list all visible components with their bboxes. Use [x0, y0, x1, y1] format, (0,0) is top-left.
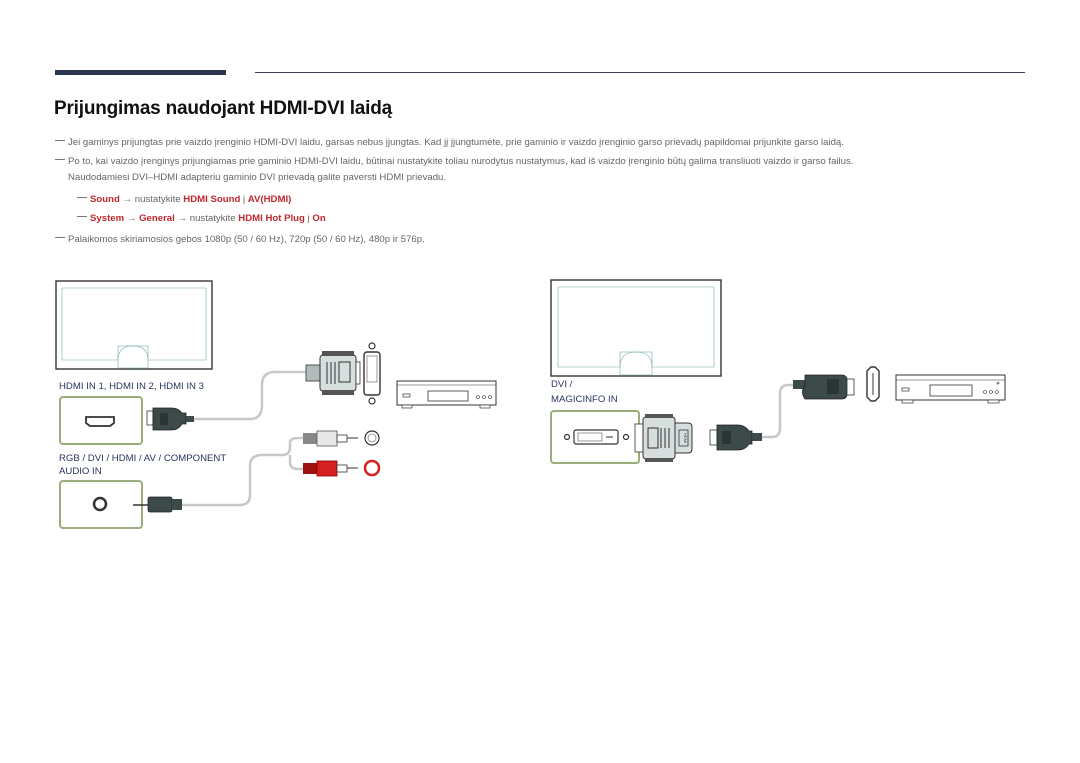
rca-plug-red [303, 459, 381, 477]
hdmi-plug-left [146, 407, 194, 431]
product-back-left [55, 280, 213, 370]
source-device-left [396, 380, 497, 409]
adapter-hdmi-text: HDMI [683, 433, 688, 443]
product-back-right [550, 279, 722, 377]
hdmi-port-source [866, 366, 880, 402]
audio-cable [182, 436, 305, 507]
dvi-magicinfo-port [550, 410, 640, 464]
hdmi-dvi-cable [194, 370, 310, 421]
dvi-port-source [363, 342, 381, 405]
audio-in-port [59, 480, 143, 529]
dvi-plug-left [305, 351, 361, 395]
dvi-hdmi-adapter: HDMI [634, 414, 693, 462]
connection-diagram: HDMI [55, 279, 1006, 529]
hdmi-plug-right-upper [793, 374, 855, 400]
rca-plug-white [303, 430, 380, 447]
hdmi-port [59, 396, 143, 445]
hdmi-cable-right [762, 383, 795, 439]
hdmi-plug-right-lower [709, 424, 762, 451]
source-device-right [895, 374, 1006, 404]
